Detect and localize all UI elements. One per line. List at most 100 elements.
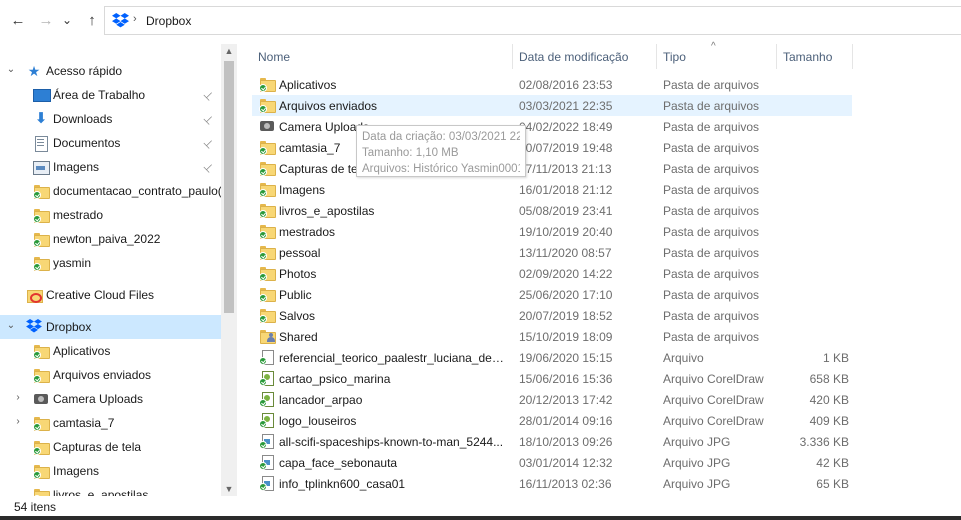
file-row[interactable]: lancador_arpao 20/12/2013 17:42 Arquivo Co… bbox=[252, 389, 852, 410]
sidebar-item-label: Arquivos enviados bbox=[53, 368, 152, 382]
sidebar-item[interactable]: ⌄ ★ Acesso rápido bbox=[0, 59, 221, 83]
pin-icon: ⊥ bbox=[200, 88, 217, 104]
shared-folder-icon bbox=[259, 328, 276, 344]
column-header-name[interactable]: Nome bbox=[258, 44, 513, 69]
folder-icon bbox=[33, 183, 50, 199]
desktop-icon bbox=[33, 87, 51, 103]
file-size: 1 KB bbox=[822, 351, 849, 365]
file-icon-wrap bbox=[259, 391, 275, 407]
jpg-file-icon bbox=[259, 433, 275, 449]
sidebar-item-label: Capturas de tela bbox=[53, 440, 142, 454]
sidebar-item[interactable]: Imagens ⊥ bbox=[0, 155, 221, 179]
folder-icon bbox=[259, 181, 276, 197]
sidebar-item-label: mestrado bbox=[53, 208, 104, 222]
sidebar-item[interactable]: Aplicativos bbox=[0, 339, 221, 363]
sidebar-item[interactable]: Imagens bbox=[0, 459, 221, 483]
file-row[interactable]: info_tplinkn600_casa01 16/11/2013 02:36 Ar… bbox=[252, 473, 852, 494]
file-row[interactable]: Shared 15/10/2019 18:09 Pasta de arquivos bbox=[252, 326, 852, 347]
chevron-down-icon[interactable]: ⌄ bbox=[5, 320, 17, 331]
column-divider[interactable] bbox=[512, 44, 513, 69]
file-row[interactable]: Public 25/06/2020 17:10 Pasta de arquivos bbox=[252, 284, 852, 305]
chevron-right-icon[interactable]: › bbox=[12, 392, 24, 403]
sidebar-item[interactable]: Documentos ⊥ bbox=[0, 131, 221, 155]
column-header-type[interactable]: Tipo bbox=[663, 44, 773, 69]
folder-icon bbox=[33, 415, 50, 431]
file-icon-wrap bbox=[259, 328, 276, 344]
camera-icon bbox=[33, 391, 49, 407]
recent-locations-button[interactable]: ⌄ bbox=[60, 10, 74, 30]
scroll-down-arrow-icon[interactable]: ▼ bbox=[221, 484, 237, 494]
file-icon-wrap bbox=[259, 349, 275, 365]
folder-icon bbox=[33, 439, 50, 455]
sidebar-item[interactable]: › camtasia_7 bbox=[0, 411, 221, 435]
file-name: Aplicativos bbox=[279, 78, 337, 92]
sync-status-icon bbox=[33, 239, 41, 247]
file-icon-wrap bbox=[259, 286, 276, 302]
sync-status-icon bbox=[259, 399, 267, 407]
file-date: 02/08/2016 23:53 bbox=[519, 78, 613, 92]
file-row[interactable]: livros_e_apostilas 05/08/2019 23:41 Pasta … bbox=[252, 200, 852, 221]
chevron-down-icon[interactable]: ⌄ bbox=[5, 64, 17, 75]
back-button[interactable]: ← bbox=[8, 10, 28, 30]
file-row[interactable]: referencial_teorico_paalestr_luciana_de_… bbox=[252, 347, 852, 368]
file-row[interactable]: Arquivos enviados 03/03/2021 22:35 Pasta d… bbox=[252, 95, 852, 116]
file-row[interactable]: camtasia_7 20/07/2019 19:48 Pasta de arqui… bbox=[252, 137, 852, 158]
sidebar-item[interactable]: ⬇ Downloads ⊥ bbox=[0, 107, 221, 131]
sidebar-item[interactable]: yasmin bbox=[0, 251, 221, 275]
sync-status-icon bbox=[33, 215, 41, 223]
column-divider[interactable] bbox=[656, 44, 657, 69]
scrollbar-thumb[interactable] bbox=[224, 61, 234, 313]
file-row[interactable]: Camera Uploads 04/02/2022 18:49 Pasta de a… bbox=[252, 116, 852, 137]
file-date: 19/10/2019 20:40 bbox=[519, 225, 613, 239]
file-row[interactable]: all-scifi-spaceships-known-to-man_5244..… bbox=[252, 431, 852, 452]
folder-icon bbox=[259, 223, 276, 239]
sidebar-icon-wrap: ★ bbox=[26, 63, 42, 79]
file-icon-wrap bbox=[259, 118, 275, 134]
chevron-right-icon[interactable]: › bbox=[12, 416, 24, 427]
column-header-date[interactable]: Data de modificação bbox=[519, 44, 659, 69]
coreldraw-file-icon bbox=[259, 391, 275, 407]
sidebar-item[interactable]: Creative Cloud Files bbox=[0, 283, 221, 307]
file-name: livros_e_apostilas bbox=[279, 204, 375, 218]
file-icon-wrap bbox=[259, 475, 275, 491]
file-row[interactable]: cartao_psico_marina 15/06/2016 15:36 Arqui… bbox=[252, 368, 852, 389]
file-row[interactable]: logo_louseiros 28/01/2014 09:16 Arquivo Co… bbox=[252, 410, 852, 431]
file-row[interactable]: mestrados 19/10/2019 20:40 Pasta de arquiv… bbox=[252, 221, 852, 242]
sidebar-item[interactable]: livros_e_apostilas bbox=[0, 483, 221, 496]
sidebar-item[interactable]: documentacao_contrato_paulo( bbox=[0, 179, 221, 203]
file-row[interactable]: capa_face_sebonauta 03/01/2014 12:32 Arqui… bbox=[252, 452, 852, 473]
column-divider[interactable] bbox=[776, 44, 777, 69]
column-header-size[interactable]: Tamanho bbox=[783, 44, 853, 69]
file-row[interactable]: Capturas de tela 17/11/2013 21:13 Pasta de… bbox=[252, 158, 852, 179]
column-divider[interactable] bbox=[852, 44, 853, 69]
file-row[interactable]: Photos 02/09/2020 14:22 Pasta de arquivos bbox=[252, 263, 852, 284]
sidebar-item[interactable]: newton_paiva_2022 bbox=[0, 227, 221, 251]
file-row[interactable]: pessoal 13/11/2020 08:57 Pasta de arquivos bbox=[252, 242, 852, 263]
sidebar-item[interactable]: ⌄ Dropbox bbox=[0, 315, 221, 339]
dropbox-icon bbox=[26, 319, 42, 335]
forward-button[interactable]: → bbox=[36, 10, 56, 30]
sidebar-item[interactable]: Capturas de tela bbox=[0, 435, 221, 459]
file-row[interactable]: Salvos 20/07/2019 18:52 Pasta de arquivos bbox=[252, 305, 852, 326]
sync-status-icon bbox=[33, 423, 41, 431]
sidebar-item[interactable]: › Camera Uploads bbox=[0, 387, 221, 411]
sidebar-item-label: Camera Uploads bbox=[53, 392, 144, 406]
breadcrumb-dropbox[interactable]: Dropbox bbox=[146, 14, 191, 28]
sidebar-icon-wrap bbox=[33, 159, 50, 175]
address-input[interactable]: › Dropbox bbox=[104, 6, 961, 35]
sidebar-item[interactable]: mestrado bbox=[0, 203, 221, 227]
file-type: Pasta de arquivos bbox=[663, 78, 760, 92]
file-type: Arquivo bbox=[663, 351, 704, 365]
sidebar-item[interactable]: Área de Trabalho ⊥ bbox=[0, 83, 221, 107]
sidebar-icon-wrap bbox=[33, 439, 50, 455]
scroll-up-arrow-icon[interactable]: ▲ bbox=[221, 46, 237, 56]
file-date: 28/01/2014 09:16 bbox=[519, 414, 613, 428]
sidebar-scrollbar[interactable]: ▲ ▼ bbox=[221, 44, 237, 496]
file-row[interactable]: Aplicativos 02/08/2016 23:53 Pasta de arqu… bbox=[252, 74, 852, 95]
up-button[interactable]: ↑ bbox=[82, 10, 102, 30]
file-row[interactable]: Imagens 16/01/2018 21:12 Pasta de arquivos bbox=[252, 179, 852, 200]
sync-status-icon bbox=[259, 147, 267, 155]
sidebar-item[interactable]: Arquivos enviados bbox=[0, 363, 221, 387]
folder-icon bbox=[33, 255, 50, 271]
file-name: referencial_teorico_paalestr_luciana_de_… bbox=[279, 351, 507, 365]
